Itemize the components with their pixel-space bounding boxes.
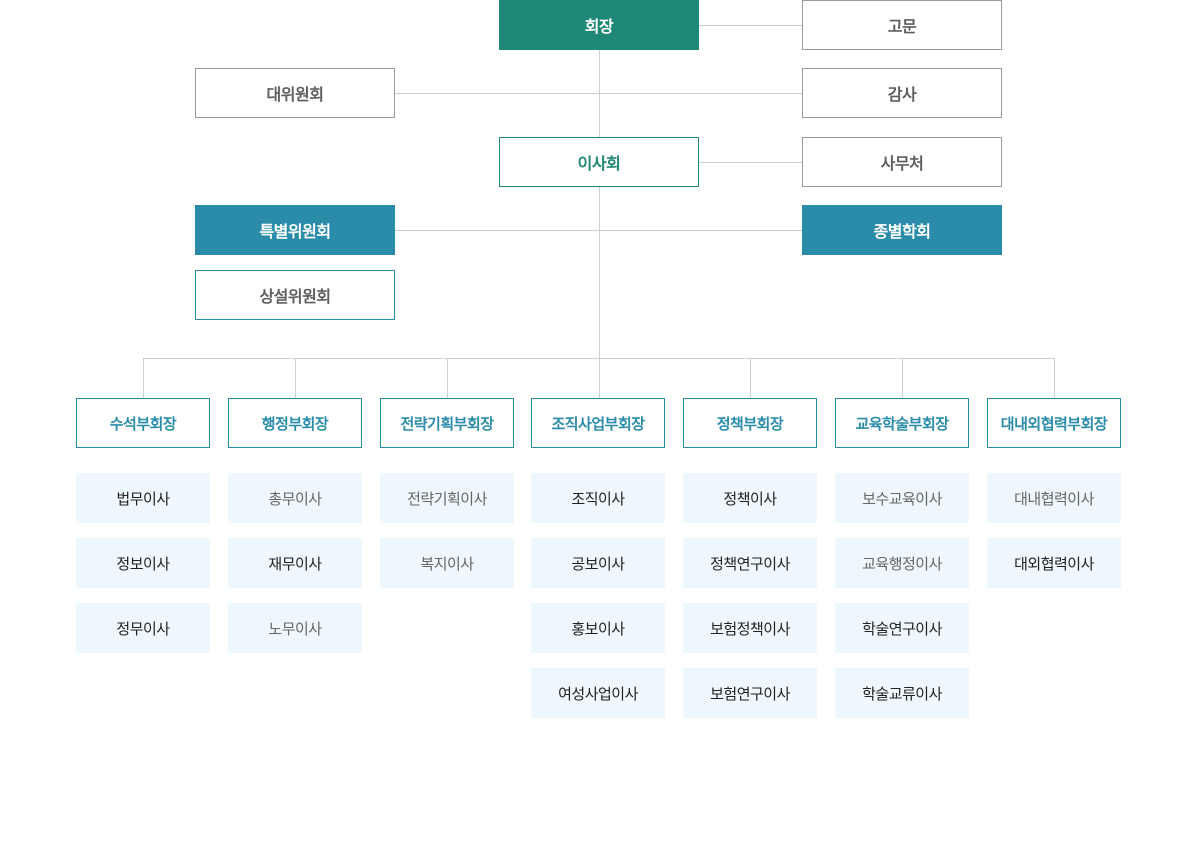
director-box: 보험정책이사	[683, 603, 817, 653]
director-box: 정무이사	[76, 603, 210, 653]
specialty-societies-box: 종별학회	[802, 205, 1002, 255]
director-box: 법무이사	[76, 473, 210, 523]
director-box: 조직이사	[531, 473, 665, 523]
vp-drop-line-2	[295, 358, 296, 399]
director-box: 교육행정이사	[835, 538, 969, 588]
assembly-box: 대위원회	[195, 68, 395, 118]
director-box: 대내협력이사	[987, 473, 1121, 523]
vp-drop-line-3	[447, 358, 448, 399]
director-box: 보수교육이사	[835, 473, 969, 523]
board-secretariat-line	[699, 162, 802, 163]
vp-box-strategy: 전략기획부회장	[380, 398, 514, 448]
vp-box-education: 교육학술부회장	[835, 398, 969, 448]
director-box: 정보이사	[76, 538, 210, 588]
board-box: 이사회	[499, 137, 699, 187]
vp-drop-line-4	[599, 358, 600, 399]
director-box: 정책이사	[683, 473, 817, 523]
director-box: 총무이사	[228, 473, 362, 523]
vp-drop-line-1	[143, 358, 144, 399]
vp-box-cooperation: 대내외협력부회장	[987, 398, 1121, 448]
vp-box-organization: 조직사업부회장	[531, 398, 665, 448]
director-box: 공보이사	[531, 538, 665, 588]
standing-committee-box: 상설위원회	[195, 270, 395, 320]
main-vertical-line	[599, 49, 600, 359]
vp-drop-line-6	[902, 358, 903, 399]
director-box: 재무이사	[228, 538, 362, 588]
special-committee-box: 특별위원회	[195, 205, 395, 255]
president-advisor-line	[699, 25, 802, 26]
director-box: 노무이사	[228, 603, 362, 653]
advisor-box: 고문	[802, 0, 1002, 50]
vp-drop-line-5	[750, 358, 751, 399]
director-box: 대외협력이사	[987, 538, 1121, 588]
vp-drop-line-7	[1054, 358, 1055, 399]
vp-box-policy: 정책부회장	[683, 398, 817, 448]
auditor-box: 감사	[802, 68, 1002, 118]
president-box: 회장	[499, 0, 699, 50]
director-box: 전략기획이사	[380, 473, 514, 523]
secretariat-box: 사무처	[802, 137, 1002, 187]
director-box: 학술교류이사	[835, 668, 969, 718]
director-box: 복지이사	[380, 538, 514, 588]
special-societies-line	[395, 230, 802, 231]
director-box: 정책연구이사	[683, 538, 817, 588]
assembly-auditor-line	[395, 93, 802, 94]
vp-box-senior: 수석부회장	[76, 398, 210, 448]
director-box: 여성사업이사	[531, 668, 665, 718]
director-box: 학술연구이사	[835, 603, 969, 653]
vp-box-administration: 행정부회장	[228, 398, 362, 448]
director-box: 홍보이사	[531, 603, 665, 653]
director-box: 보험연구이사	[683, 668, 817, 718]
